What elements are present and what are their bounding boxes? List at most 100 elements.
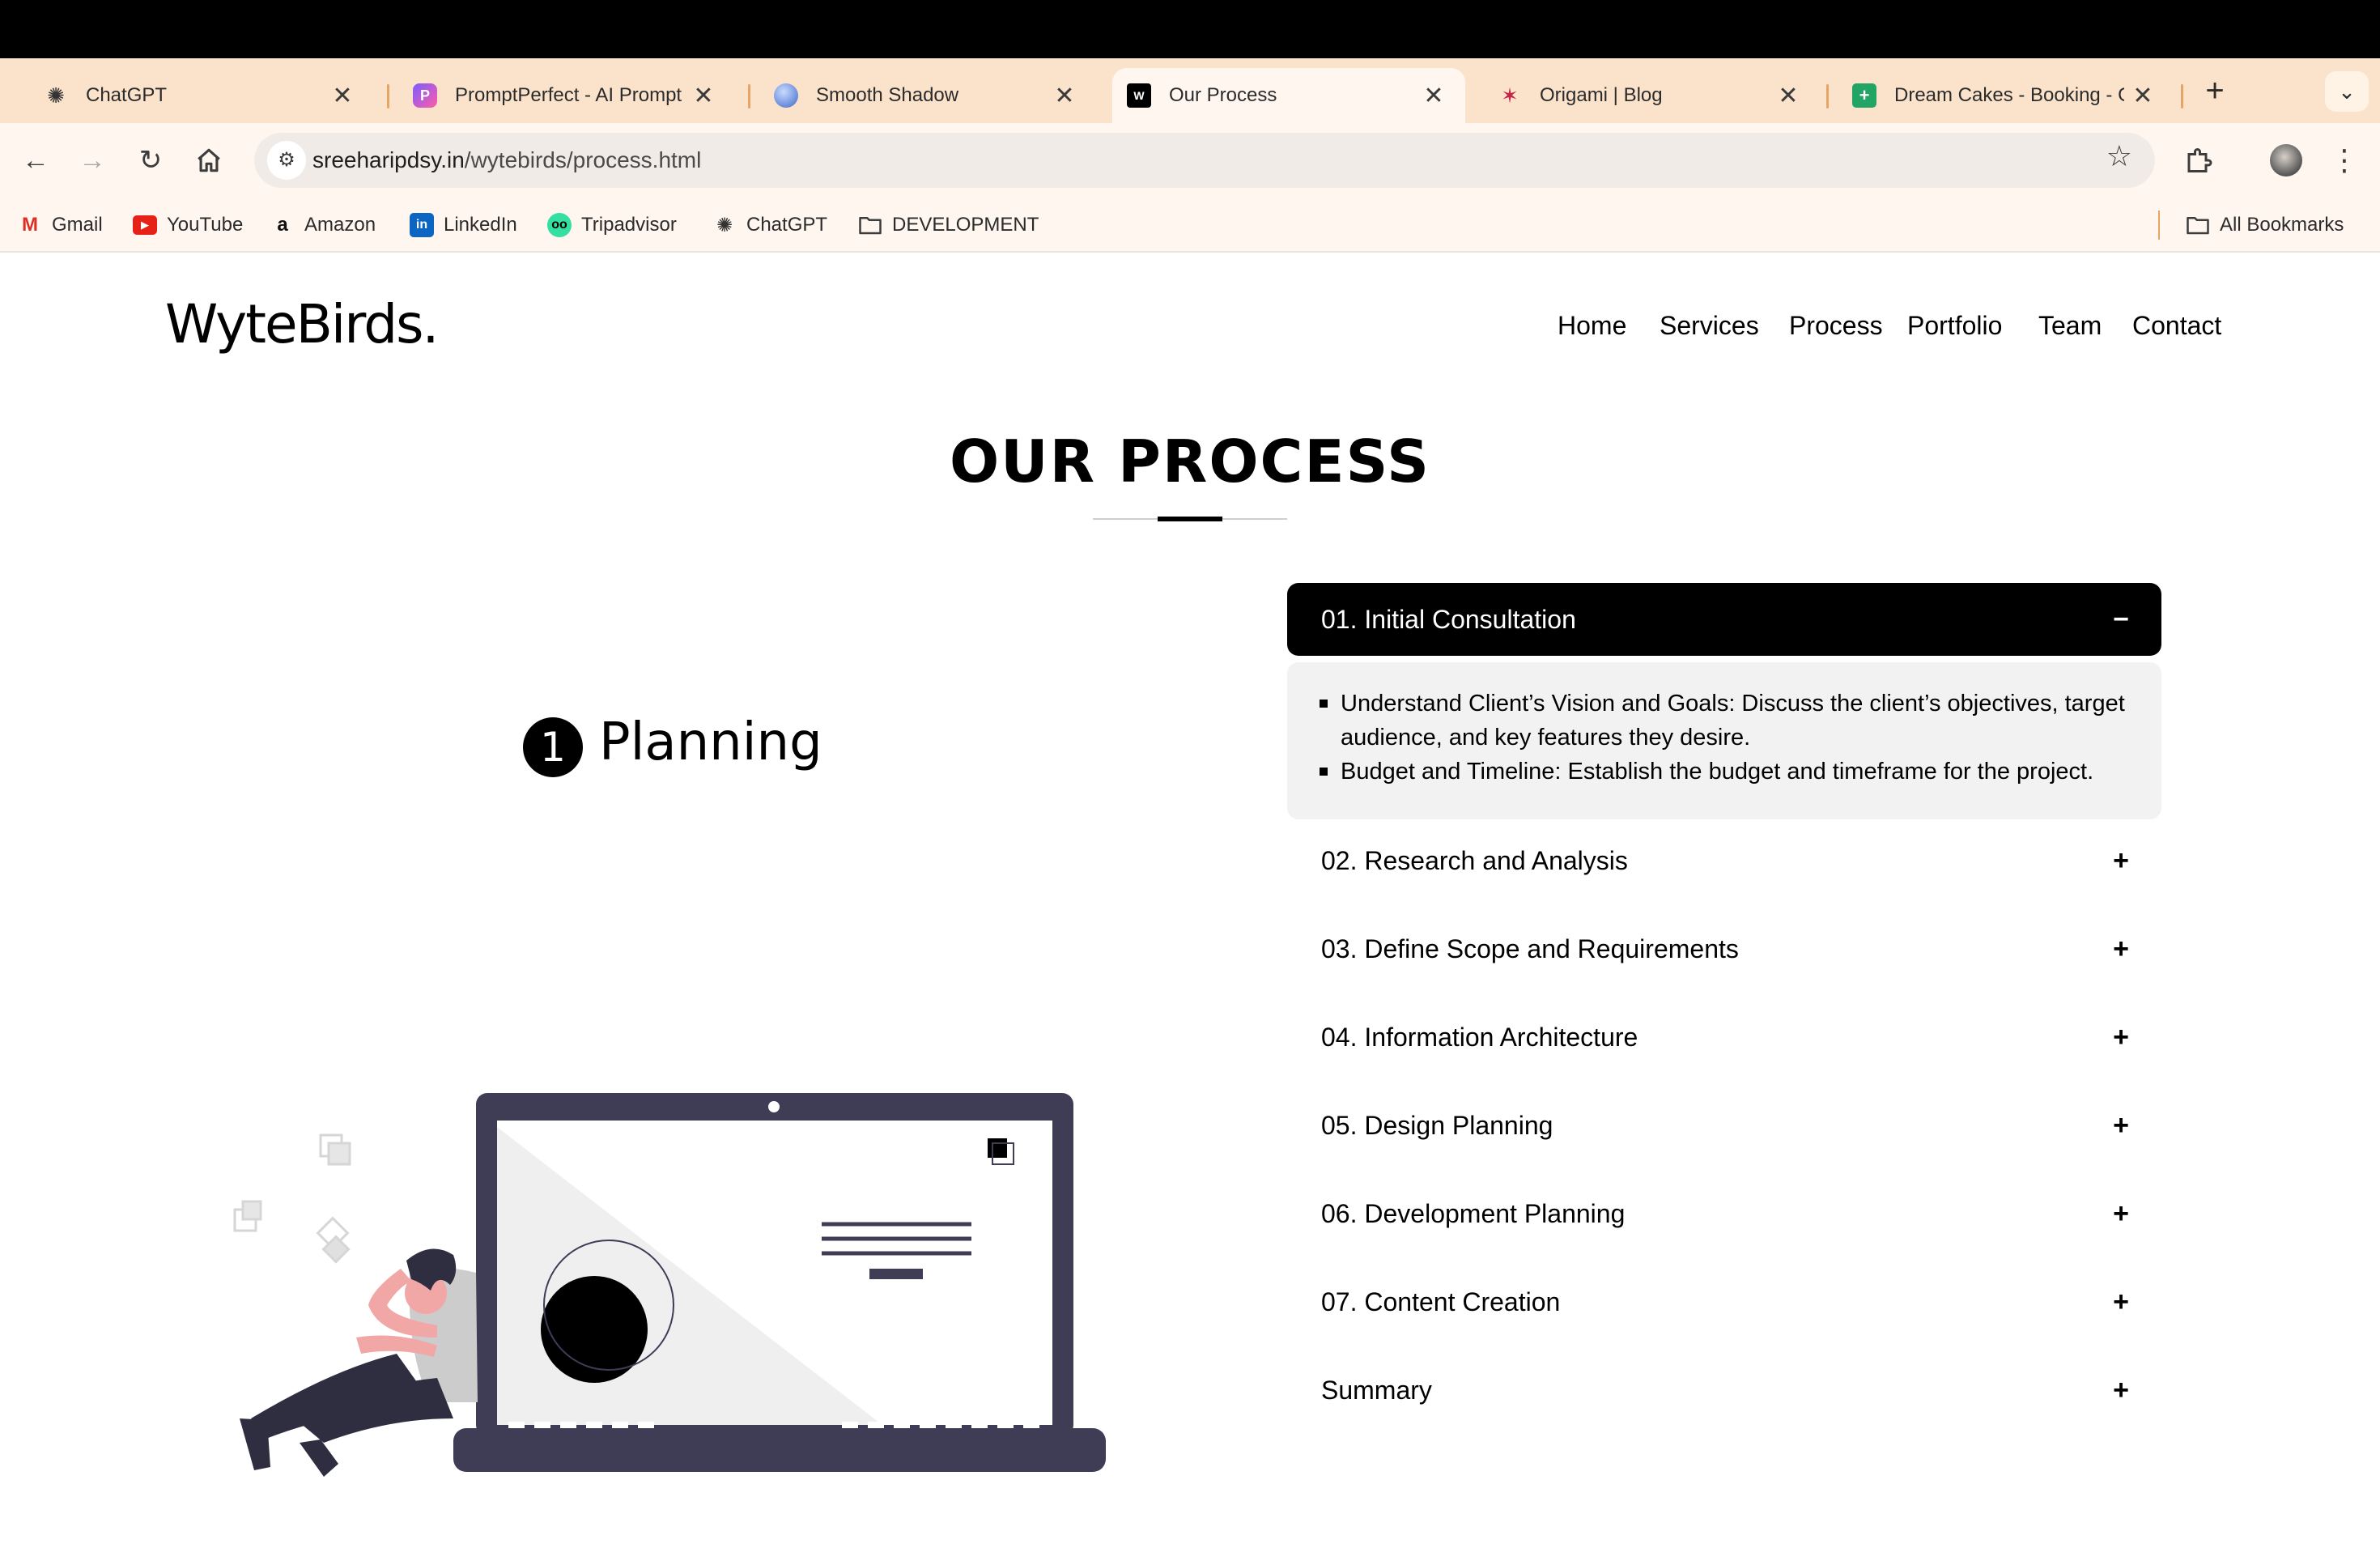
forward-arrow-icon[interactable]: →	[71, 139, 113, 181]
accordion-label: 02. Research and Analysis	[1321, 845, 1628, 875]
tab-chatgpt[interactable]: ✺ ChatGPT ✕	[18, 68, 374, 123]
close-icon[interactable]: ✕	[1423, 82, 1444, 110]
promptperfect-icon: P	[413, 83, 437, 108]
gmail-icon: M	[22, 214, 38, 236]
bookmark-label: Gmail	[52, 214, 103, 236]
folder-icon	[858, 213, 882, 237]
expand-icon[interactable]: +	[2105, 1375, 2137, 1406]
bookmark-amazon[interactable]: a Amazon	[270, 209, 376, 241]
nav-contact[interactable]: Contact	[2132, 311, 2221, 341]
title-underline-accent	[1158, 517, 1222, 521]
tab-separator	[2181, 84, 2183, 108]
step-title: Planning	[599, 712, 822, 772]
bookmark-development[interactable]: DEVELOPMENT	[858, 209, 1039, 241]
nav-process[interactable]: Process	[1789, 311, 1883, 341]
extensions-icon[interactable]	[2178, 139, 2220, 181]
back-arrow-icon[interactable]: ←	[15, 139, 57, 181]
bookmarks-bar: M Gmail ▶ YouTube a Amazon in LinkedIn o…	[0, 198, 2380, 253]
bookmark-linkedin[interactable]: in LinkedIn	[410, 209, 517, 241]
site-logo[interactable]: WyteBirds.	[165, 293, 439, 355]
accordion-item-content-creation[interactable]: 07. Content Creation +	[1287, 1265, 2161, 1338]
site-info-icon[interactable]: ⚙	[267, 141, 306, 180]
profile-avatar[interactable]	[2265, 139, 2307, 181]
bookmark-star-icon[interactable]: ☆	[2106, 139, 2132, 173]
accordion-label: 01. Initial Consultation	[1321, 604, 1576, 634]
planning-illustration	[233, 1093, 1106, 1477]
close-icon[interactable]: ✕	[1778, 82, 1799, 110]
home-icon[interactable]	[188, 139, 230, 181]
tab-promptperfect[interactable]: P PromptPerfect - AI Prompt ✕	[387, 68, 735, 123]
linkedin-icon: in	[410, 213, 434, 237]
nav-home[interactable]: Home	[1558, 311, 1626, 341]
screen-top-bezel	[0, 0, 2380, 58]
nav-services[interactable]: Services	[1660, 311, 1759, 341]
chatgpt-icon: ✺	[716, 214, 733, 236]
accordion-item-summary[interactable]: Summary +	[1287, 1354, 2161, 1427]
accordion-item-development-planning[interactable]: 06. Development Planning +	[1287, 1177, 2161, 1250]
bookmark-tripadvisor[interactable]: oo Tripadvisor	[547, 209, 677, 241]
page-title: OUR PROCESS	[949, 427, 1431, 495]
bookmark-label: LinkedIn	[444, 214, 517, 236]
wytebirds-icon: W	[1127, 83, 1151, 108]
list-item: Understand Client’s Vision and Goals: Di…	[1320, 687, 2129, 755]
tab-dream-cakes[interactable]: + Dream Cakes - Booking - G ✕	[1826, 68, 2174, 123]
close-icon[interactable]: ✕	[693, 82, 714, 110]
bookmark-label: ChatGPT	[746, 214, 828, 236]
expand-icon[interactable]: +	[2105, 933, 2137, 965]
expand-icon[interactable]: +	[2105, 845, 2137, 877]
collapse-icon[interactable]: −	[2105, 604, 2137, 636]
smooth-shadow-icon	[774, 83, 798, 108]
bookmark-label: All Bookmarks	[2220, 214, 2344, 236]
bookmark-chatgpt[interactable]: ✺ ChatGPT	[712, 209, 827, 241]
accordion-label: 07. Content Creation	[1321, 1286, 1561, 1316]
nav-portfolio[interactable]: Portfolio	[1907, 311, 2002, 341]
folder-icon	[2186, 213, 2210, 237]
new-tab-button[interactable]: +	[2195, 73, 2234, 112]
expand-icon[interactable]: +	[2105, 1286, 2137, 1318]
accordion-item-research-analysis[interactable]: 02. Research and Analysis +	[1287, 824, 2161, 897]
tab-title: Origami | Blog	[1540, 84, 1663, 106]
nav-team[interactable]: Team	[2038, 311, 2102, 341]
tab-title: ChatGPT	[86, 84, 168, 106]
accordion-item-information-architecture[interactable]: 04. Information Architecture +	[1287, 1001, 2161, 1074]
laptop-base	[453, 1428, 1106, 1472]
reload-icon[interactable]: ↻	[130, 139, 172, 181]
floating-shapes	[233, 1133, 351, 1264]
bookmark-label: Amazon	[304, 214, 376, 236]
tab-our-process[interactable]: W Our Process ✕	[1112, 68, 1465, 123]
tab-search-button[interactable]: ⌄	[2325, 71, 2369, 112]
bookmark-label: YouTube	[167, 214, 244, 236]
person-figure	[240, 1248, 478, 1477]
accordion-panel-initial-consultation: Understand Client’s Vision and Goals: Di…	[1287, 662, 2161, 819]
accordion-item-initial-consultation[interactable]: 01. Initial Consultation −	[1287, 583, 2161, 656]
expand-icon[interactable]: +	[2105, 1022, 2137, 1053]
close-icon[interactable]: ✕	[2132, 82, 2153, 110]
chatgpt-icon: ✺	[47, 83, 65, 108]
tab-origami-blog[interactable]: ✶ Origami | Blog ✕	[1472, 68, 1820, 123]
expand-icon[interactable]: +	[2105, 1198, 2137, 1230]
tab-smooth-shadow[interactable]: Smooth Shadow ✕	[748, 68, 1096, 123]
accordion-label: 05. Design Planning	[1321, 1110, 1553, 1140]
amazon-icon: a	[277, 214, 288, 236]
origami-icon: ✶	[1501, 83, 1519, 108]
accordion-item-design-planning[interactable]: 05. Design Planning +	[1287, 1089, 2161, 1162]
expand-icon[interactable]: +	[2105, 1110, 2137, 1142]
url-text[interactable]: sreeharipdsy.in/wytebirds/process.html	[312, 133, 701, 188]
accordion-item-define-scope[interactable]: 03. Define Scope and Requirements +	[1287, 912, 2161, 985]
bookmark-label: Tripadvisor	[581, 214, 677, 236]
accordion-label: 04. Information Architecture	[1321, 1022, 1638, 1052]
bookmark-gmail[interactable]: M Gmail	[18, 209, 103, 241]
accordion-label: Summary	[1321, 1375, 1432, 1405]
bookmark-label: DEVELOPMENT	[892, 214, 1039, 236]
youtube-icon: ▶	[133, 215, 157, 235]
bookmarks-separator	[2158, 211, 2160, 240]
bookmark-youtube[interactable]: ▶ YouTube	[133, 209, 243, 241]
close-icon[interactable]: ✕	[332, 82, 353, 110]
address-bar[interactable]: ⚙ sreeharipdsy.in/wytebirds/process.html…	[254, 133, 2155, 188]
more-menu-icon[interactable]: ⋮	[2323, 139, 2365, 181]
all-bookmarks[interactable]: All Bookmarks	[2186, 209, 2344, 241]
tab-strip: ✺ ChatGPT ✕ P PromptPerfect - AI Prompt …	[0, 58, 2380, 123]
close-icon[interactable]: ✕	[1054, 82, 1075, 110]
step-number-badge: 1	[523, 717, 583, 777]
url-host: sreeharipdsy.in	[312, 147, 465, 172]
